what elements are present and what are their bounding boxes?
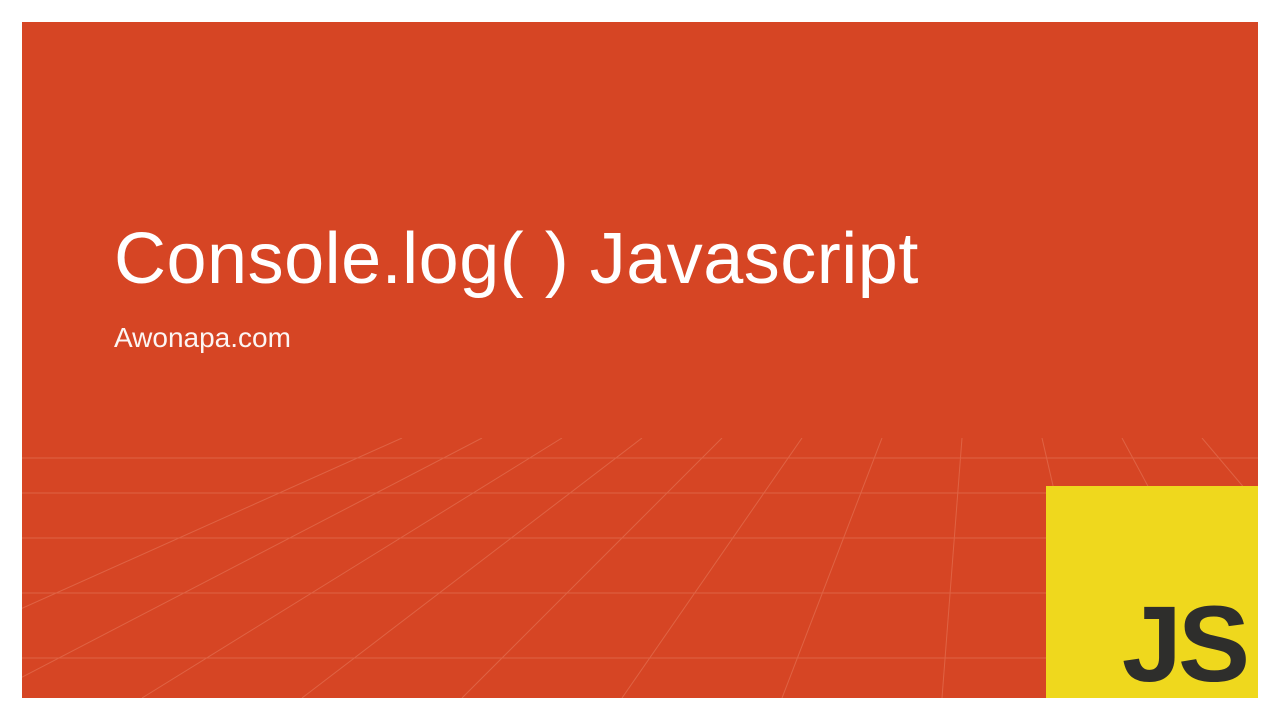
slide: Console.log( ) Javascript Awonapa.com JS bbox=[22, 22, 1258, 698]
slide-title: Console.log( ) Javascript bbox=[114, 222, 919, 298]
slide-subtitle: Awonapa.com bbox=[114, 322, 919, 354]
js-logo-text: JS bbox=[1122, 595, 1246, 692]
title-block: Console.log( ) Javascript Awonapa.com bbox=[114, 222, 919, 354]
js-logo: JS bbox=[1046, 486, 1258, 698]
